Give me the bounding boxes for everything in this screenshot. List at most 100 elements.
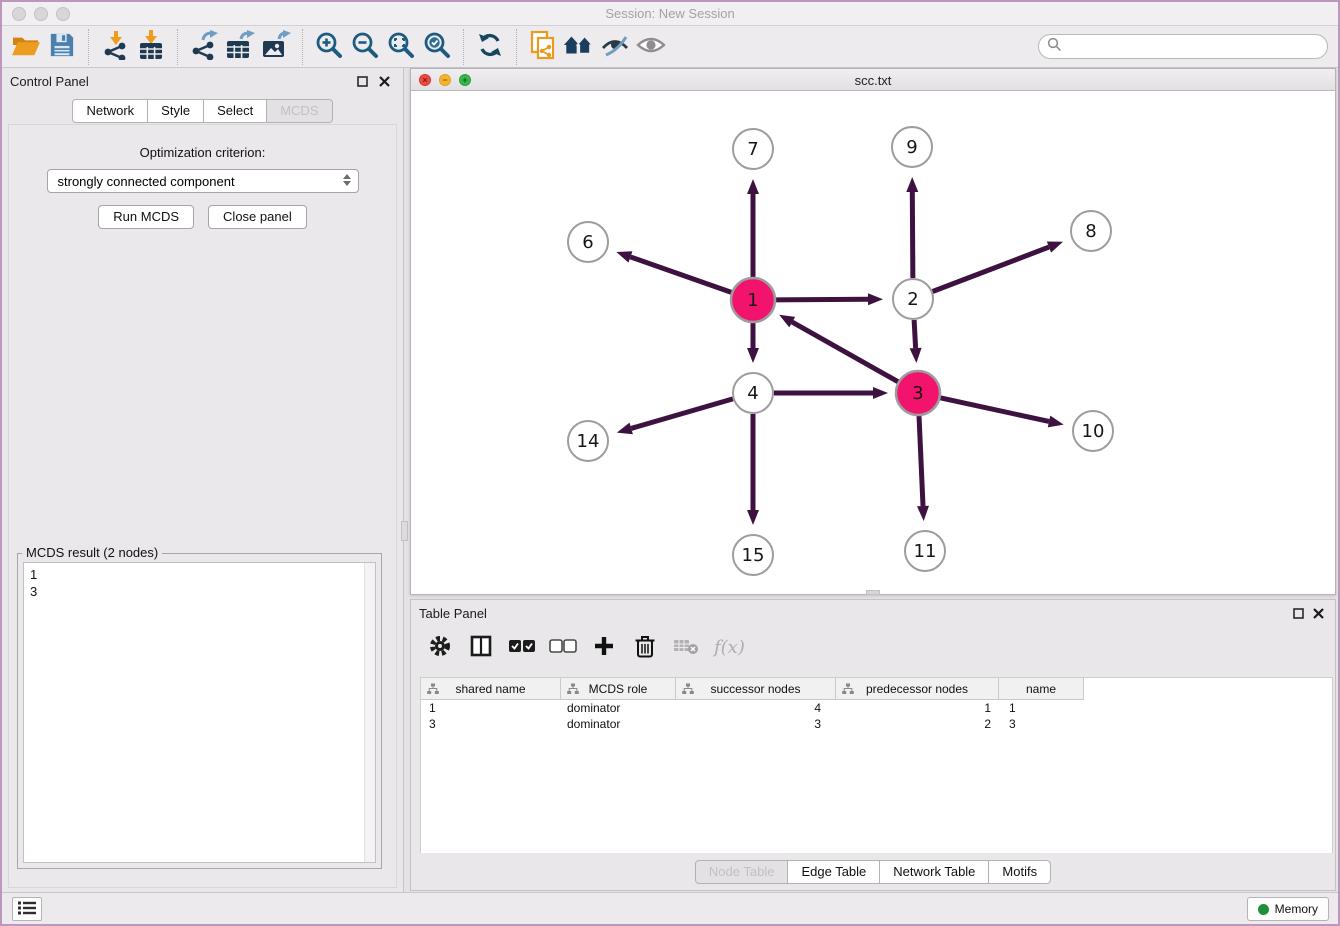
graph-node-label: 15 [742, 545, 765, 566]
show-all-button[interactable] [633, 30, 669, 64]
home-button[interactable] [561, 30, 597, 64]
run-mcds-button[interactable]: Run MCDS [98, 205, 194, 229]
graph-edge[interactable] [912, 192, 913, 278]
graph-edge[interactable] [630, 257, 733, 293]
zoom-fit-button[interactable] [383, 30, 419, 64]
table-cell[interactable]: dominator [561, 717, 676, 731]
task-history-button[interactable] [12, 897, 42, 921]
create-column-button[interactable] [591, 634, 617, 660]
save-session-button[interactable] [44, 30, 80, 64]
deselect-all-columns-icon [549, 639, 577, 656]
table-row[interactable]: 1dominator411 [421, 700, 1332, 716]
table-cell[interactable]: 4 [676, 701, 836, 715]
graph-node[interactable]: 10 [1073, 411, 1113, 451]
zoom-in-button[interactable] [311, 30, 347, 64]
graph-node-label: 10 [1082, 421, 1105, 442]
close-panel-icon[interactable] [377, 74, 391, 88]
close-table-panel-icon[interactable] [1311, 606, 1325, 620]
apply-layout-button[interactable] [472, 30, 508, 64]
graph-edge[interactable] [774, 299, 868, 300]
toolbar-separator [302, 29, 303, 65]
table-cell[interactable]: 1 [836, 701, 999, 715]
criterion-select[interactable]: strongly connected component [47, 169, 359, 193]
window-splitter-grip[interactable] [866, 590, 880, 595]
memory-button[interactable]: Memory [1247, 897, 1329, 921]
mcds-result-text[interactable]: 13 [23, 562, 376, 863]
graph-node[interactable]: 11 [905, 531, 945, 571]
export-network-button[interactable] [186, 30, 222, 64]
clone-network-button[interactable] [525, 30, 561, 64]
float-panel-icon[interactable] [355, 74, 369, 88]
graph-node[interactable]: 7 [733, 129, 773, 169]
panel-splitter-grip[interactable] [401, 521, 408, 541]
tab-edge-table[interactable]: Edge Table [788, 860, 880, 884]
column-header[interactable]: predecessor nodes [836, 678, 999, 700]
import-table-button[interactable] [133, 30, 169, 64]
tab-node-table[interactable]: Node Table [695, 860, 789, 884]
table-tabs-strip: Node Table Edge Table Network Table Moti… [411, 853, 1335, 890]
table-settings-button[interactable] [427, 634, 453, 660]
table-cell[interactable]: 2 [836, 717, 999, 731]
split-panel-button[interactable] [468, 634, 494, 660]
graph-edge[interactable] [914, 320, 915, 348]
close-panel-button[interactable]: Close panel [208, 205, 307, 229]
graph-edge[interactable] [919, 414, 923, 506]
import-network-icon [101, 30, 129, 63]
export-image-button[interactable] [258, 30, 294, 64]
graph-edge[interactable] [933, 247, 1049, 291]
eye-slash-icon [600, 32, 630, 61]
graph-edge[interactable] [792, 322, 900, 383]
clear-table-button[interactable] [673, 634, 699, 660]
graph-edge-arrow [868, 293, 883, 305]
graph-node[interactable]: 1 [731, 278, 775, 322]
table-cell[interactable]: 1 [421, 701, 561, 715]
result-scrollbar[interactable] [364, 563, 375, 862]
graph-node[interactable]: 14 [568, 421, 608, 461]
show-all-columns-button[interactable] [509, 634, 535, 660]
desktop-area: Control Panel Network Style Select MCDS … [2, 68, 1338, 892]
session-title: Session: New Session [2, 6, 1338, 21]
graph-edge[interactable] [939, 397, 1050, 421]
column-header[interactable]: name [999, 678, 1084, 700]
tab-network-table[interactable]: Network Table [880, 860, 989, 884]
status-bar: Memory [2, 892, 1338, 924]
tab-style[interactable]: Style [148, 99, 204, 123]
search-input[interactable] [1062, 37, 1327, 57]
import-network-button[interactable] [97, 30, 133, 64]
graph-node[interactable]: 15 [733, 535, 773, 575]
graph-node[interactable]: 8 [1071, 211, 1111, 251]
graph-edge[interactable] [631, 399, 733, 429]
export-table-button[interactable] [222, 30, 258, 64]
table-cell[interactable]: 3 [676, 717, 836, 731]
control-panel-header: Control Panel [2, 68, 403, 94]
zoom-out-button[interactable] [347, 30, 383, 64]
graph-edge-arrow [747, 179, 759, 194]
graph-node[interactable]: 2 [893, 279, 933, 319]
tab-select[interactable]: Select [204, 99, 267, 123]
hide-selected-button[interactable] [597, 30, 633, 64]
column-header[interactable]: shared name [421, 678, 561, 700]
graph-node[interactable]: 6 [568, 222, 608, 262]
float-table-panel-icon[interactable] [1291, 606, 1305, 620]
graph-node[interactable]: 4 [733, 373, 773, 413]
tab-mcds[interactable]: MCDS [267, 99, 332, 123]
delete-column-button[interactable] [632, 634, 658, 660]
zoom-selected-button[interactable] [419, 30, 455, 64]
tab-motifs[interactable]: Motifs [989, 860, 1051, 884]
table-cell[interactable]: 1 [999, 701, 1084, 715]
hide-all-columns-button[interactable] [550, 634, 576, 660]
column-header[interactable]: MCDS role [561, 678, 676, 700]
network-canvas[interactable]: 7 9 6 8 1 2 4 3 14 10 15 11 [411, 91, 1335, 594]
open-session-button[interactable] [8, 30, 44, 64]
table-row[interactable]: 3dominator323 [421, 716, 1332, 732]
table-cell[interactable]: 3 [421, 717, 561, 731]
graph-node-label: 2 [907, 289, 918, 310]
function-builder-button[interactable]: f(x) [714, 634, 745, 660]
column-header[interactable]: successor nodes [676, 678, 836, 700]
table-cell[interactable]: 3 [999, 717, 1084, 731]
tab-network[interactable]: Network [72, 99, 148, 123]
graph-node[interactable]: 3 [896, 371, 940, 415]
graph-node[interactable]: 9 [892, 127, 932, 167]
table-cell[interactable]: dominator [561, 701, 676, 715]
column-header-label: shared name [455, 682, 525, 696]
